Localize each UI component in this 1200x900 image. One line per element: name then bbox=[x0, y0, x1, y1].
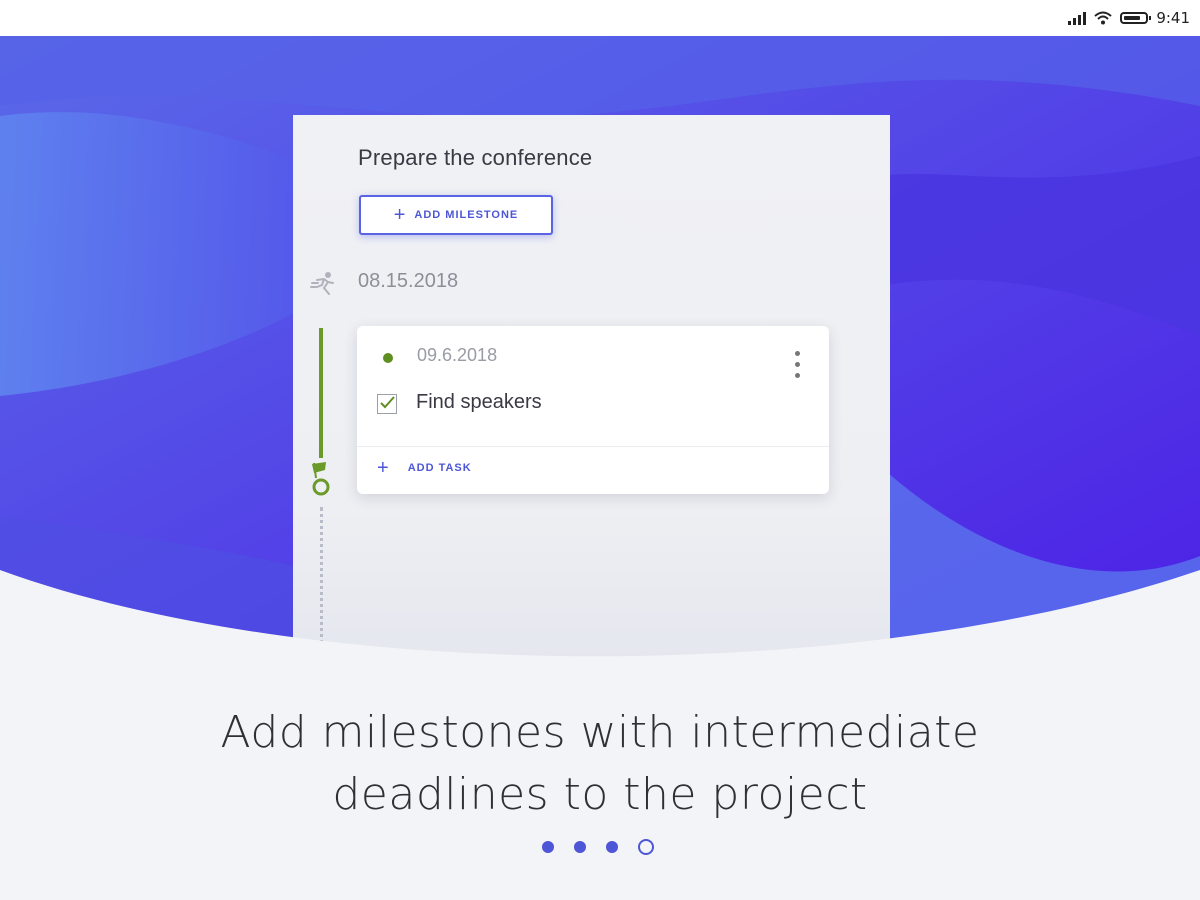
milestone-card-date: 09.6.2018 bbox=[417, 345, 498, 365]
caption-line-1: Add milestones with intermediate bbox=[220, 707, 980, 758]
more-options-icon[interactable] bbox=[793, 351, 801, 384]
wifi-icon bbox=[1094, 11, 1112, 25]
project-title: Prepare the conference bbox=[358, 145, 593, 170]
battery-fill bbox=[1124, 16, 1141, 20]
checkmark-icon bbox=[380, 396, 395, 409]
battery-icon bbox=[1120, 12, 1152, 24]
add-task-label: ADD TASK bbox=[407, 462, 472, 474]
plus-icon: + bbox=[377, 457, 390, 479]
caption-line-2: deadlines to the project bbox=[332, 769, 868, 820]
page-dot-1[interactable] bbox=[542, 841, 554, 853]
page-dot-3[interactable] bbox=[606, 841, 618, 853]
task-name[interactable]: Find speakers bbox=[416, 391, 542, 414]
page-dot-4[interactable] bbox=[638, 839, 654, 855]
add-milestone-button[interactable]: + ADD MILESTONE bbox=[359, 195, 553, 235]
task-checkbox[interactable] bbox=[377, 394, 397, 414]
milestone-date: 08.15.2018 bbox=[358, 270, 459, 292]
milestone-flag-icon bbox=[312, 462, 330, 496]
add-milestone-label: ADD MILESTONE bbox=[414, 209, 519, 221]
onboarding-caption: Add milestones with intermediate deadlin… bbox=[0, 702, 1200, 826]
add-task-button[interactable]: + ADD TASK bbox=[377, 458, 472, 478]
timeline-progress-line bbox=[319, 328, 323, 458]
milestone-card: 09.6.2018 Find speakers + ADD TASK bbox=[357, 326, 829, 494]
divider bbox=[357, 446, 829, 447]
page-indicator bbox=[542, 839, 654, 855]
plus-icon: + bbox=[393, 204, 407, 226]
clock: 9:41 bbox=[1156, 9, 1190, 27]
status-bar: 9:41 bbox=[0, 0, 1200, 36]
runner-icon bbox=[310, 272, 334, 295]
status-icons: 9:41 bbox=[1068, 8, 1190, 28]
page-dot-2[interactable] bbox=[574, 841, 586, 853]
status-dot bbox=[383, 353, 393, 363]
signal-icon bbox=[1068, 11, 1087, 25]
